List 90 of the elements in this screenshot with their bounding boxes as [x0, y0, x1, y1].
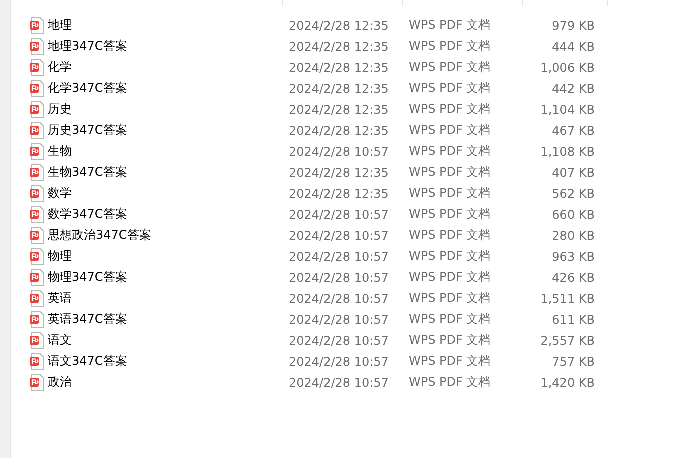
file-type: WPS PDF 文档 [409, 38, 492, 55]
file-size: 467 KB [551, 124, 595, 138]
pdf-file-icon [29, 332, 45, 349]
file-name[interactable]: 历史347C答案 [48, 122, 128, 139]
file-name[interactable]: 语文 [48, 332, 72, 349]
file-size: 1,511 KB [540, 292, 595, 306]
pdf-file-icon [29, 227, 45, 244]
date-modified: 2024/2/28 12:35 [289, 18, 390, 32]
date-modified: 2024/2/28 12:35 [289, 60, 390, 74]
file-name[interactable]: 地理 [48, 17, 72, 34]
file-size: 426 KB [551, 270, 595, 284]
pdf-file-icon [29, 17, 45, 34]
date-modified: 2024/2/28 12:35 [289, 124, 390, 138]
date-modified: 2024/2/28 12:35 [289, 102, 390, 116]
pdf-file-icon [29, 185, 45, 202]
date-modified: 2024/2/28 12:35 [289, 82, 390, 96]
pdf-file-icon [29, 59, 45, 76]
file-type: WPS PDF 文档 [409, 122, 492, 139]
pdf-file-icon [29, 206, 45, 223]
file-size: 562 KB [551, 186, 595, 200]
pdf-file-icon [29, 122, 45, 139]
file-name[interactable]: 思想政治347C答案 [48, 227, 152, 244]
file-size: 407 KB [551, 166, 595, 180]
pdf-file-icon [29, 248, 45, 265]
date-modified: 2024/2/28 10:57 [289, 270, 390, 284]
pdf-file-icon [29, 164, 45, 181]
date-modified: 2024/2/28 10:57 [289, 250, 390, 264]
date-modified: 2024/2/28 10:57 [289, 354, 390, 368]
date-modified: 2024/2/28 10:57 [289, 312, 390, 326]
file-name[interactable]: 英语 [48, 290, 72, 307]
date-modified: 2024/2/28 12:35 [289, 186, 390, 200]
file-size: 1,006 KB [540, 60, 595, 74]
file-type: WPS PDF 文档 [409, 17, 492, 34]
file-size: 442 KB [551, 82, 595, 96]
file-name[interactable]: 物理347C答案 [48, 269, 128, 286]
file-name[interactable]: 政治 [48, 374, 72, 391]
file-type: WPS PDF 文档 [409, 374, 492, 391]
file-type: WPS PDF 文档 [409, 227, 492, 244]
pdf-file-icon [29, 143, 45, 160]
pdf-file-icon [29, 311, 45, 328]
file-size: 979 KB [551, 18, 595, 32]
file-type: WPS PDF 文档 [409, 143, 492, 160]
file-name[interactable]: 化学347C答案 [48, 80, 128, 97]
date-modified: 2024/2/28 10:57 [289, 228, 390, 242]
file-size: 963 KB [551, 250, 595, 264]
file-name[interactable]: 英语347C答案 [48, 311, 128, 328]
date-modified: 2024/2/28 10:57 [289, 334, 390, 348]
file-type: WPS PDF 文档 [409, 185, 492, 202]
pdf-file-icon [29, 290, 45, 307]
file-type: WPS PDF 文档 [409, 269, 492, 286]
file-size: 1,420 KB [540, 376, 595, 390]
file-name[interactable]: 数学347C答案 [48, 206, 128, 223]
pdf-file-icon [29, 101, 45, 118]
file-size: 1,104 KB [540, 102, 595, 116]
file-size: 444 KB [551, 40, 595, 54]
pdf-file-icon [29, 38, 45, 55]
date-modified: 2024/2/28 10:57 [289, 376, 390, 390]
file-size: 757 KB [551, 354, 595, 368]
date-modified: 2024/2/28 12:35 [289, 40, 390, 54]
file-name[interactable]: 数学 [48, 185, 72, 202]
file-type: WPS PDF 文档 [409, 101, 492, 118]
file-size: 660 KB [551, 208, 595, 222]
file-type: WPS PDF 文档 [409, 332, 492, 349]
date-modified: 2024/2/28 12:35 [289, 166, 390, 180]
file-type: WPS PDF 文档 [409, 206, 492, 223]
date-modified: 2024/2/28 10:57 [289, 292, 390, 306]
file-type: WPS PDF 文档 [409, 311, 492, 328]
pdf-file-icon [29, 80, 45, 97]
file-size: 611 KB [551, 312, 595, 326]
pdf-file-icon [29, 269, 45, 286]
date-modified: 2024/2/28 10:57 [289, 144, 390, 158]
file-name[interactable]: 生物347C答案 [48, 164, 128, 181]
date-modified: 2024/2/28 10:57 [289, 208, 390, 222]
file-type: WPS PDF 文档 [409, 290, 492, 307]
file-size: 2,557 KB [540, 334, 595, 348]
file-name[interactable]: 地理347C答案 [48, 38, 128, 55]
file-size: 1,108 KB [540, 144, 595, 158]
file-size: 280 KB [551, 228, 595, 242]
file-name[interactable]: 生物 [48, 143, 72, 160]
file-name[interactable]: 物理 [48, 248, 72, 265]
file-type: WPS PDF 文档 [409, 59, 492, 76]
file-type: WPS PDF 文档 [409, 248, 492, 265]
pdf-file-icon [29, 353, 45, 370]
file-type: WPS PDF 文档 [409, 353, 492, 370]
file-name[interactable]: 化学 [48, 59, 72, 76]
file-name[interactable]: 历史 [48, 101, 72, 118]
file-name[interactable]: 语文347C答案 [48, 353, 128, 370]
file-type: WPS PDF 文档 [409, 164, 492, 181]
file-type: WPS PDF 文档 [409, 80, 492, 97]
pdf-file-icon [29, 374, 45, 391]
